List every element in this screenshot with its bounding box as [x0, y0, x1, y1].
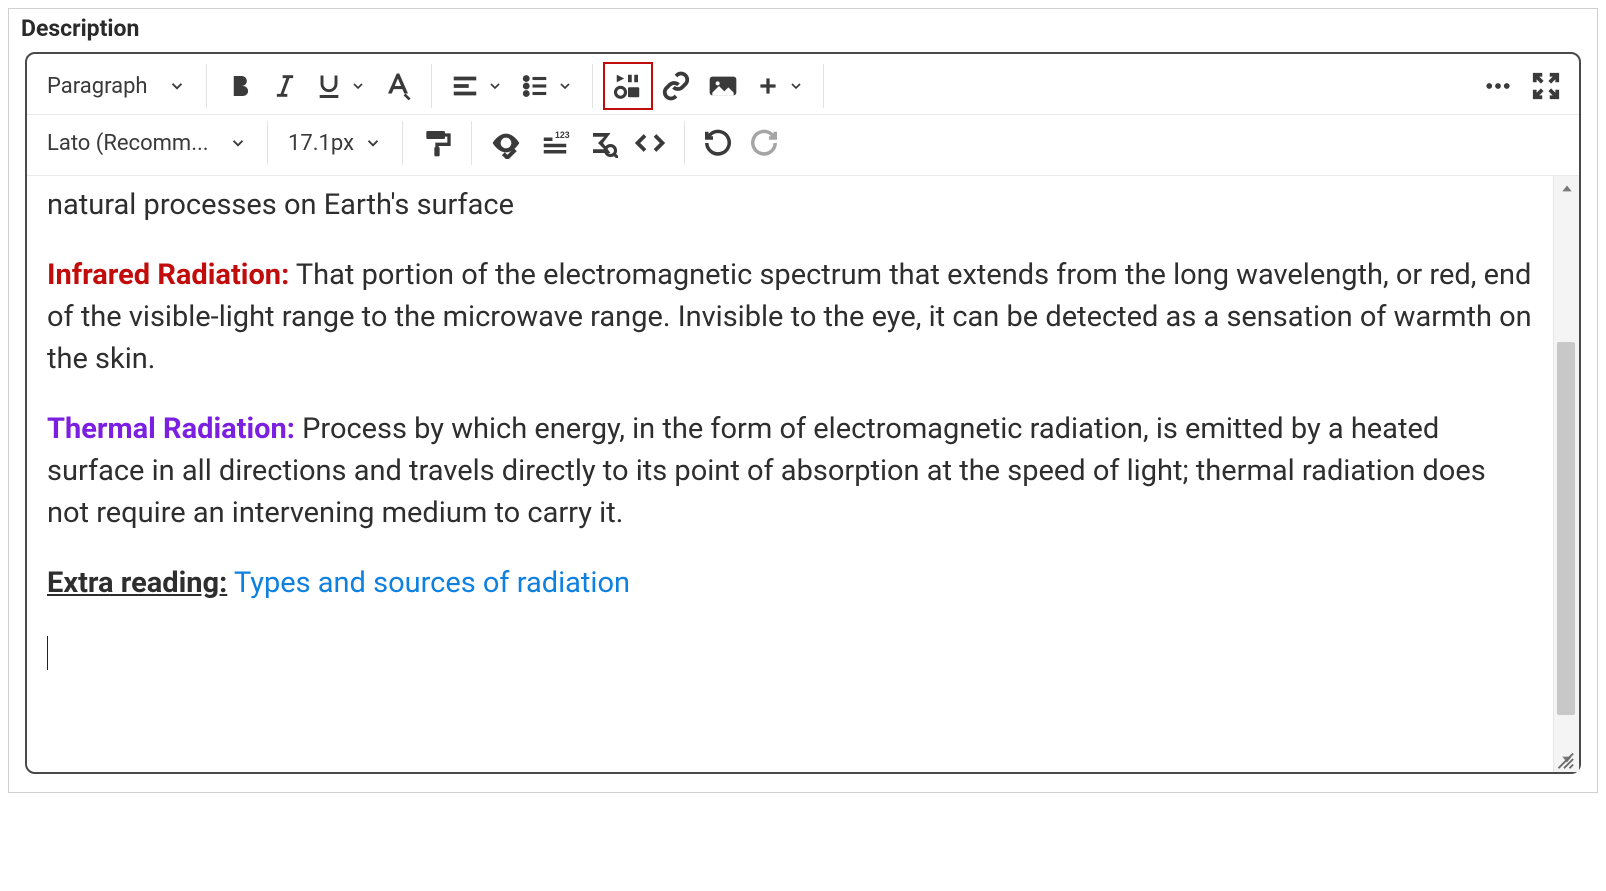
redo-button[interactable] [741, 119, 787, 167]
chevron-down-icon [787, 78, 805, 94]
word-count-icon: 123 [538, 128, 572, 158]
scroll-up-button[interactable] [1556, 178, 1578, 200]
toolbar-divider [267, 121, 268, 165]
toolbar-divider [592, 64, 593, 108]
toolbar-divider [431, 64, 432, 108]
chevron-down-icon [486, 78, 504, 94]
font-family-dropdown[interactable]: Lato (Recomm... [37, 119, 257, 167]
toolbar-row-1: Paragraph [27, 54, 1579, 115]
equation-search-icon [588, 128, 618, 158]
bold-button[interactable] [217, 62, 263, 110]
italic-icon [271, 72, 299, 100]
font-color-icon [383, 71, 413, 101]
underline-icon [315, 72, 343, 100]
svg-text:123: 123 [555, 130, 570, 140]
redo-icon [749, 128, 779, 158]
chevron-down-icon [364, 134, 382, 152]
font-size-dropdown[interactable]: 17.1px [278, 119, 392, 167]
link-icon [661, 71, 691, 101]
content-area[interactable]: natural processes on Earth's surface Inf… [27, 176, 1553, 772]
field-label: Description [9, 9, 1597, 52]
chevron-down-icon [556, 78, 574, 94]
bold-icon [225, 71, 255, 101]
eye-check-icon [490, 127, 522, 159]
editor-container: Description Paragraph [8, 8, 1598, 793]
word-count-button[interactable]: 123 [530, 119, 580, 167]
underline-button[interactable] [307, 62, 375, 110]
term-infrared: Infrared Radiation: [47, 258, 289, 292]
toolbar-divider [823, 64, 824, 108]
font-color-button[interactable] [375, 62, 421, 110]
toolbar-divider [471, 121, 472, 165]
vertical-scrollbar[interactable] [1553, 176, 1579, 772]
equation-editor-button[interactable] [580, 119, 626, 167]
ellipsis-icon [1481, 71, 1515, 101]
insert-media-icon [613, 71, 643, 101]
align-button[interactable] [442, 62, 512, 110]
chevron-down-icon [168, 77, 186, 95]
image-button[interactable] [699, 62, 747, 110]
scroll-thumb[interactable] [1557, 342, 1575, 715]
rich-text-editor: Paragraph [25, 52, 1581, 774]
code-icon [634, 128, 666, 158]
toolbar-row-2: Lato (Recomm... 17.1px [27, 115, 1579, 176]
chevron-down-icon [349, 78, 367, 94]
paint-roller-icon [421, 127, 453, 159]
undo-button[interactable] [695, 119, 741, 167]
extra-reading-link[interactable]: Types and sources of radiation [234, 566, 630, 600]
preview-button[interactable] [482, 119, 530, 167]
bullet-list-icon [520, 71, 550, 101]
paragraph-infrared: Infrared Radiation: That portion of the … [47, 254, 1533, 380]
scroll-track[interactable] [1554, 200, 1579, 748]
equation-button[interactable] [747, 62, 813, 110]
more-actions-button[interactable] [1473, 62, 1523, 110]
paragraph-thermal: Thermal Radiation: Process by which ener… [47, 408, 1533, 534]
link-button[interactable] [653, 62, 699, 110]
list-button[interactable] [512, 62, 582, 110]
align-left-icon [450, 71, 480, 101]
toolbar-divider [206, 64, 207, 108]
editor-body: natural processes on Earth's surface Inf… [27, 176, 1579, 772]
cursor-position [47, 632, 1533, 682]
resize-handle[interactable] [1553, 748, 1575, 770]
paragraph-extra: Extra reading: Types and sources of radi… [47, 562, 1533, 604]
chevron-down-icon [229, 134, 247, 152]
undo-icon [703, 128, 733, 158]
toolbar-divider [402, 121, 403, 165]
fullscreen-button[interactable] [1523, 62, 1569, 110]
term-thermal: Thermal Radiation: [47, 412, 295, 446]
plus-icon [755, 73, 781, 99]
extra-reading-label: Extra reading: [47, 566, 227, 600]
fullscreen-icon [1531, 71, 1561, 101]
source-code-button[interactable] [626, 119, 674, 167]
italic-button[interactable] [263, 62, 307, 110]
toolbar-divider [684, 121, 685, 165]
image-icon [707, 70, 739, 102]
format-painter-button[interactable] [413, 119, 461, 167]
insert-stuff-button[interactable] [603, 62, 653, 110]
block-format-dropdown[interactable]: Paragraph [37, 62, 196, 110]
text-line: natural processes on Earth's surface [47, 184, 1533, 226]
